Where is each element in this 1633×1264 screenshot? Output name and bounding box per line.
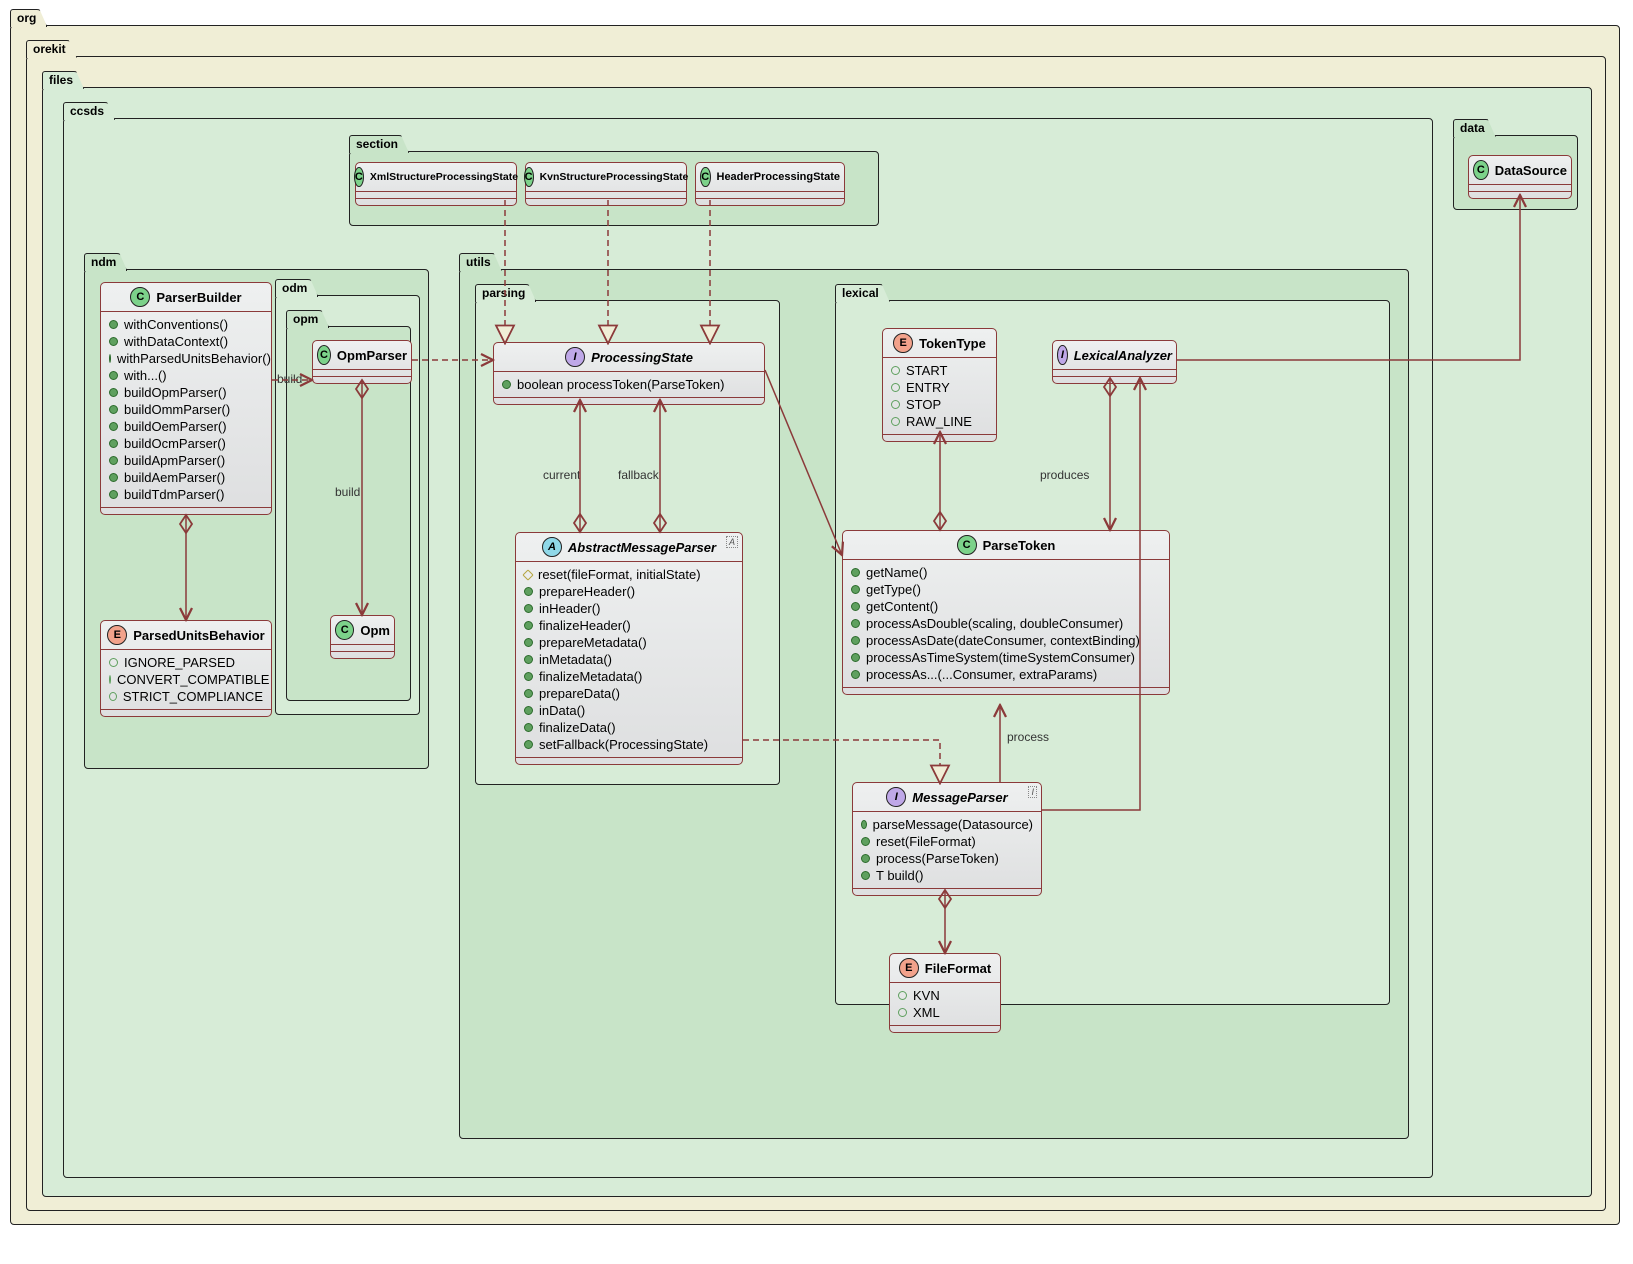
pkg-tab-orekit: orekit	[26, 40, 77, 58]
pkg-tab-parsing: parsing	[475, 284, 536, 302]
class-icon: C	[1473, 160, 1489, 180]
class-file-format: EFileFormat KVN XML	[889, 953, 1001, 1033]
class-icon: C	[130, 287, 150, 307]
interface-icon: I	[886, 787, 906, 807]
class-data-source: CDataSource	[1468, 155, 1572, 199]
pkg-tab-lexical: lexical	[835, 284, 890, 302]
label-process: process	[1007, 730, 1049, 744]
class-parsed-units-behavior: EParsedUnitsBehavior IGNORE_PARSED CONVE…	[100, 620, 272, 717]
label-build-2: build	[335, 485, 360, 499]
class-parse-token: CParseToken getName() getType() getConte…	[842, 530, 1170, 695]
label-build-1: build	[277, 372, 302, 386]
class-header-processing-state: CHeaderProcessingState	[695, 162, 845, 206]
enum-icon: E	[107, 625, 127, 645]
enum-icon: E	[899, 958, 919, 978]
interface-lexical-analyzer: ILexicalAnalyzer	[1052, 340, 1177, 384]
abstract-icon: A	[542, 537, 562, 557]
pkg-tab-data: data	[1453, 119, 1496, 137]
class-icon: C	[700, 167, 711, 187]
class-abstract-message-parser: A AAbstractMessageParser reset(fileForma…	[515, 532, 743, 765]
pkg-tab-opm: opm	[286, 310, 329, 328]
pkg-files: files ccsds section ndm odm opm	[42, 87, 1592, 1197]
interface-processing-state: IProcessingState boolean processToken(Pa…	[493, 342, 765, 405]
members: withConventions() withDataContext() with…	[101, 312, 271, 508]
pkg-tab-files: files	[42, 71, 84, 89]
label-fallback: fallback	[618, 468, 659, 482]
label-produces: produces	[1040, 468, 1089, 482]
enum-icon: E	[893, 333, 913, 353]
class-icon: C	[957, 535, 977, 555]
pkg-tab-odm: odm	[275, 279, 318, 297]
interface-icon: I	[1057, 345, 1068, 365]
class-icon: C	[354, 167, 364, 187]
class-icon: C	[335, 620, 354, 640]
pkg-tab-section: section	[349, 135, 409, 153]
class-kvn-structure-processing-state: CKvnStructureProcessingState	[525, 162, 687, 206]
class-token-type: ETokenType START ENTRY STOP RAW_LINE	[882, 328, 997, 442]
pkg-tab-ccsds: ccsds	[63, 102, 115, 120]
class-icon: C	[317, 345, 331, 365]
class-opm: COpm	[330, 615, 395, 659]
label-current: current	[543, 468, 580, 482]
members: IGNORE_PARSED CONVERT_COMPATIBLE STRICT_…	[101, 650, 271, 710]
class-xml-structure-processing-state: CXmlStructureProcessingState	[355, 162, 517, 206]
interface-icon: I	[565, 347, 585, 367]
pkg-tab-org: org	[10, 9, 47, 27]
interface-message-parser: I IMessageParser parseMessage(Datasource…	[852, 782, 1042, 896]
class-opm-parser: COpmParser	[312, 340, 412, 384]
class-icon: C	[524, 167, 534, 187]
class-parser-builder: CParserBuilder withConventions() withDat…	[100, 282, 272, 515]
pkg-tab-utils: utils	[459, 253, 502, 271]
pkg-tab-ndm: ndm	[84, 253, 127, 271]
